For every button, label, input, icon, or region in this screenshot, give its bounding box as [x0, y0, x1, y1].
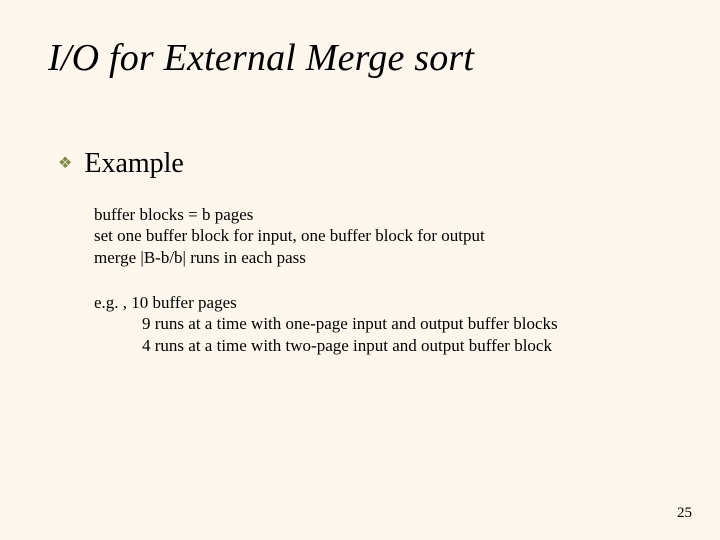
text-line: set one buffer block for input, one buff… [94, 225, 485, 246]
text-line: e.g. , 10 buffer pages [94, 292, 558, 313]
text-block-2: e.g. , 10 buffer pages 9 runs at a time … [94, 292, 558, 356]
page-number: 25 [677, 505, 692, 522]
text-line-indent: 9 runs at a time with one-page input and… [142, 313, 558, 334]
text-block-1: buffer blocks = b pages set one buffer b… [94, 204, 485, 268]
text-line-indent: 4 runs at a time with two-page input and… [142, 335, 558, 356]
diamond-bullet-icon: ❖ [58, 156, 72, 172]
slide: I/O for External Merge sort ❖ Example bu… [0, 0, 720, 540]
text-line: buffer blocks = b pages [94, 204, 485, 225]
text-line: merge |B-b/b| runs in each pass [94, 247, 485, 268]
bullet-row: ❖ Example [58, 148, 184, 180]
slide-title: I/O for External Merge sort [48, 36, 474, 80]
bullet-label: Example [84, 148, 184, 180]
